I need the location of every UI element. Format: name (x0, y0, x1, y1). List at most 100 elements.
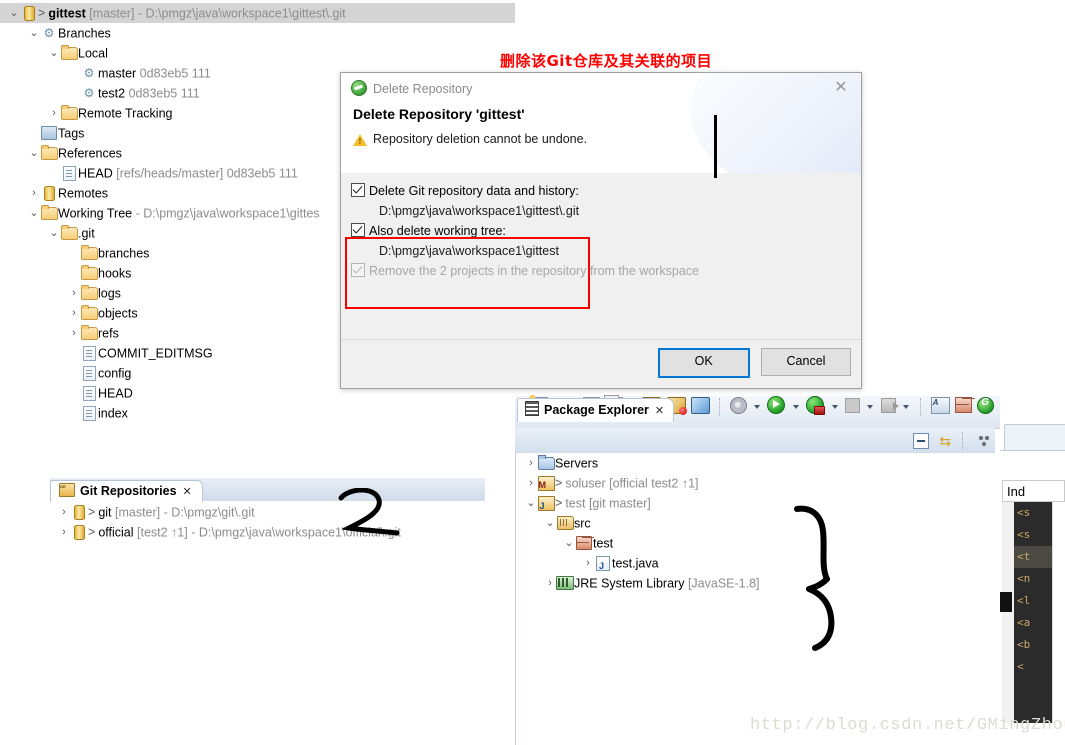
row-label: COMMIT_EDITMSG (98, 346, 213, 361)
row-icon (80, 243, 98, 263)
row-icon (80, 403, 98, 423)
view-toolbar-separator (961, 432, 963, 450)
tree-row[interactable]: › >soluser [official test2 ↑1] (515, 473, 995, 495)
repo-icon (73, 524, 85, 540)
run-external-icon (806, 396, 826, 415)
row-suffix: - D:\pmgz\java\workspace1\gittest\.git (134, 6, 346, 21)
ant-blue-button[interactable] (691, 396, 711, 417)
new-annotation-button[interactable] (930, 396, 950, 417)
row-label: Branches (58, 26, 111, 41)
chevron-right-icon[interactable]: › (68, 303, 80, 323)
previous-annotation-button[interactable] (880, 397, 899, 416)
row-label: Remote Tracking (78, 106, 173, 121)
tags-icon (41, 126, 57, 141)
editor-sliver-panel[interactable]: Ind <s <s <t <n <l <a <b < (1000, 396, 1065, 745)
chevron-right-icon[interactable]: › (48, 103, 60, 123)
run-external-dropdown-icon[interactable] (831, 404, 838, 409)
collapse-all-icon[interactable] (912, 433, 929, 449)
file-icon (82, 365, 96, 381)
chinese-annotation-text: 删除该Git仓库及其关联的项目 (500, 52, 713, 70)
row-icon (20, 3, 38, 23)
chevron-down-icon[interactable]: ⌄ (8, 3, 20, 23)
row-label: test (565, 496, 586, 511)
tree-row[interactable]: ⌄ > gittest [master] - D:\pmgz\java\worksp… (0, 3, 515, 23)
chevron-right-icon[interactable]: › (58, 502, 70, 522)
chevron-down-icon[interactable]: ⌄ (28, 203, 40, 223)
chevron-down-icon[interactable]: ⌄ (544, 513, 556, 533)
editor-vertical-scrollbar[interactable] (1052, 502, 1063, 723)
git-repositories-view[interactable]: Git Repositories ✕ › >git [master] - D:\pm… (50, 476, 485, 558)
tab-package-explorer[interactable]: Package Explorer ✕ (517, 398, 675, 422)
chevron-down-icon[interactable]: ⌄ (48, 223, 60, 243)
editor-tab-partial-xml[interactable] (1000, 450, 1065, 479)
tree-row[interactable]: › > official [test2 ↑1] - D:\pmgz\java\wor… (50, 522, 485, 542)
chevron-down-icon[interactable]: ⌄ (563, 533, 575, 553)
chevron-right-icon[interactable]: › (582, 553, 594, 573)
branch-icon: ⚙ (83, 85, 95, 100)
chevron-down-icon[interactable]: ⌄ (48, 43, 60, 63)
row-label: References (58, 146, 122, 161)
row-icon (70, 522, 88, 542)
chevron-right-icon[interactable]: › (525, 453, 537, 473)
ok-button[interactable]: OK (657, 348, 750, 378)
row-label: test (593, 536, 614, 551)
pen-stroke-vertical-line (714, 115, 717, 178)
tree-row[interactable]: ⌄ src (515, 513, 995, 533)
git-repositories-row-list[interactable]: › > git [master] - D:\pmgz\git\.git › > offic… (50, 502, 485, 542)
run-button[interactable] (767, 396, 786, 417)
delete-repository-dialog[interactable]: Delete Repository ✕ Delete Repository 'g… (340, 72, 862, 389)
previous-icon (880, 397, 899, 413)
folder-icon (40, 144, 58, 160)
cancel-button[interactable]: Cancel (761, 348, 851, 376)
stop-dropdown-icon[interactable] (867, 404, 874, 409)
row-label: master (98, 66, 137, 81)
tree-row[interactable]: index (0, 403, 515, 423)
chevron-right-icon[interactable]: › (68, 323, 80, 343)
watermark-text: http://blog.csdn.net/GMingZhou (750, 716, 1065, 735)
pen-stroke-digit-2 (338, 488, 400, 536)
tree-row[interactable]: ⌄ >test [git master] (515, 493, 995, 516)
tab-close-icon[interactable]: ✕ (655, 405, 664, 417)
delete-git-data-checkbox-row[interactable]: Delete Git repository data and history: (351, 181, 861, 201)
dialog-titlebar: Delete Repository (351, 80, 472, 96)
chevron-right-icon[interactable]: › (68, 283, 80, 303)
chevron-right-icon[interactable]: › (28, 183, 40, 203)
tree-row[interactable]: ⌄ test (515, 533, 995, 553)
row-label: JRE System Library (574, 576, 685, 591)
link-with-editor-icon[interactable] (939, 434, 953, 448)
debug-button[interactable] (729, 396, 747, 417)
tab-git-repositories[interactable]: Git Repositories ✕ (50, 476, 203, 502)
git-button[interactable] (977, 396, 995, 417)
chevron-right-icon[interactable]: › (544, 573, 556, 593)
folder-icon (40, 204, 58, 220)
row-label: Working Tree (58, 206, 133, 221)
debug-dropdown-icon[interactable] (754, 404, 761, 409)
chevron-down-icon[interactable]: ⌄ (525, 493, 537, 513)
tree-row[interactable]: › Servers (515, 453, 995, 473)
delete-git-data-checkbox[interactable] (351, 183, 365, 197)
previous-dropdown-icon[interactable] (902, 404, 909, 409)
close-icon[interactable]: ✕ (830, 77, 852, 97)
run-external-button[interactable] (806, 396, 826, 417)
chevron-right-icon[interactable]: › (58, 522, 70, 542)
stop-button[interactable] (844, 397, 860, 416)
run-dropdown-icon[interactable] (792, 404, 799, 409)
view-menu-dots-icon[interactable] (978, 434, 992, 448)
row-bracket: [refs/heads/master] (116, 166, 224, 181)
package-explorer-row-list[interactable]: ›Servers›>soluser [official test2 ↑1]⌄>t… (515, 453, 995, 593)
tree-row[interactable]: › JRE System Library [JavaSE-1.8] (515, 573, 995, 593)
editor-tab-partial-java[interactable] (1004, 424, 1065, 451)
row-label: branches (98, 246, 150, 261)
chevron-down-icon[interactable]: ⌄ (28, 23, 40, 43)
chevron-right-icon[interactable]: › (525, 473, 537, 493)
delete-working-tree-checkbox[interactable] (351, 223, 365, 237)
tab-close-icon[interactable]: ✕ (183, 486, 192, 498)
green-g-icon (977, 396, 995, 414)
chevron-down-icon[interactable]: ⌄ (28, 143, 40, 163)
tree-row[interactable]: ⌄ ⚙ Branches (0, 23, 515, 43)
tree-row[interactable]: ⌄ Local (0, 43, 515, 63)
new-table-button[interactable] (954, 397, 972, 416)
tree-row[interactable]: › > git [master] - D:\pmgz\git\.git (50, 502, 485, 522)
tree-row[interactable]: › test.java (515, 553, 995, 576)
indent-label: Ind (1002, 480, 1065, 502)
